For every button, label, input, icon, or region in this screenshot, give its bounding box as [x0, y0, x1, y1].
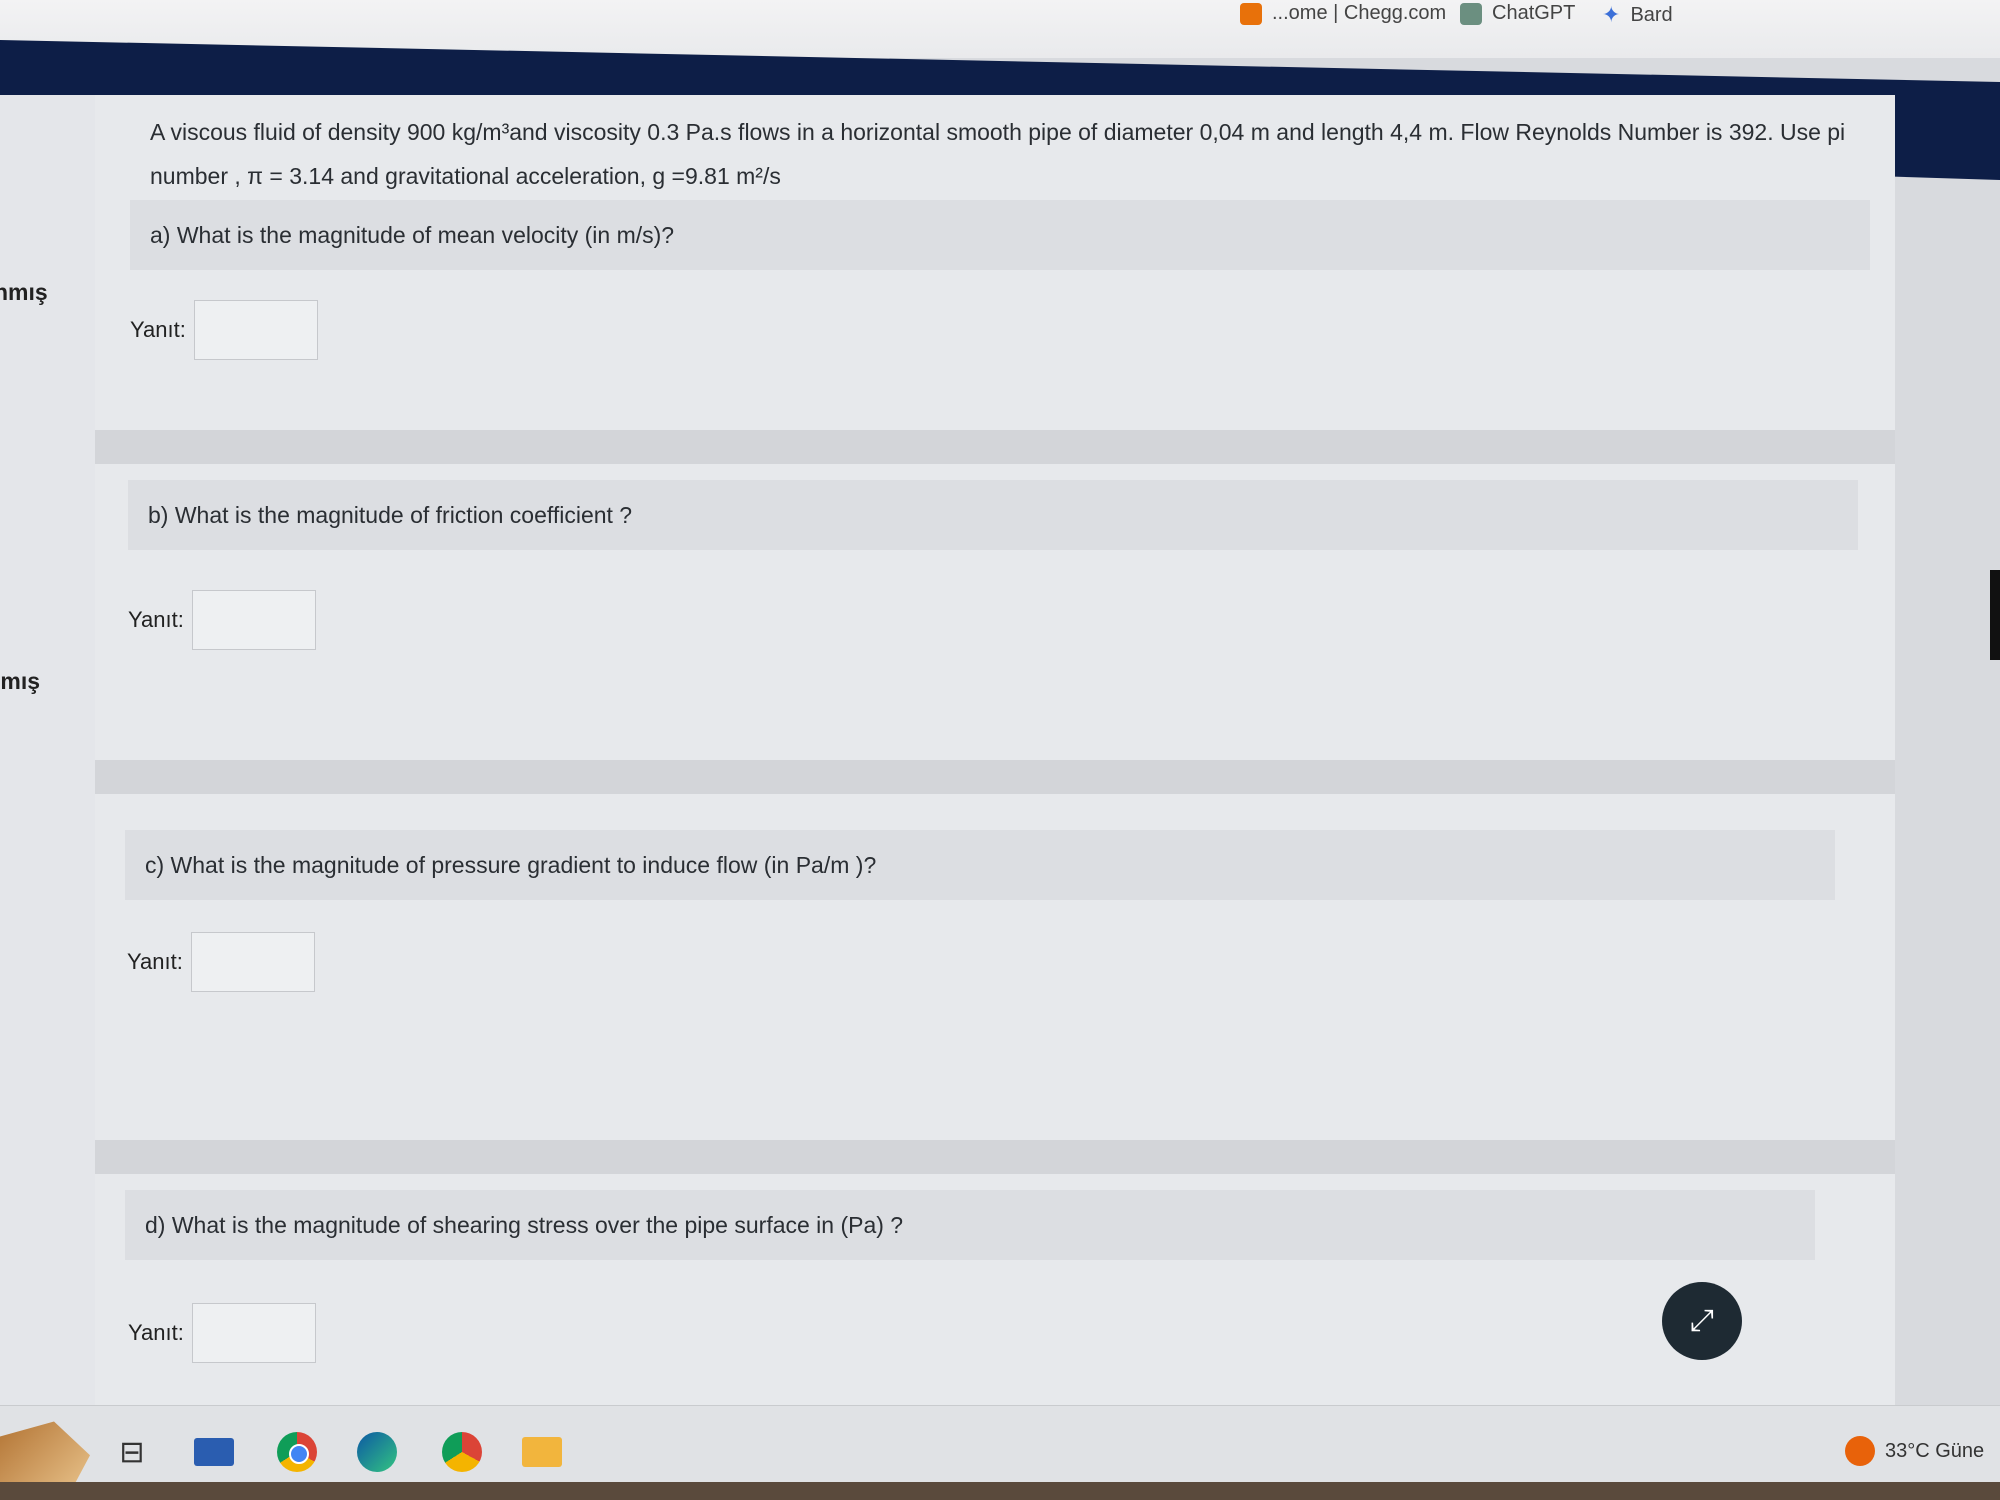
widgets-icon[interactable] [0, 1421, 90, 1489]
expand-button[interactable]: ⤢ [1662, 1282, 1742, 1360]
part-a-answer-input[interactable] [193, 300, 318, 360]
question-nav-rail: nmış ımış [0, 95, 95, 1405]
desk-background-strip [0, 1482, 2000, 1500]
weather-text: 33°C Güne [1885, 1439, 1985, 1462]
part-c-answer-row: Yanıt: [127, 932, 315, 992]
section-divider [95, 1140, 1895, 1174]
part-a-answer-row: Yanıt: [130, 300, 318, 360]
bard-sparkle-icon: ✦ [1602, 2, 1621, 27]
task-view-icon[interactable]: ⊟ [110, 1430, 154, 1474]
chrome-profile-icon[interactable] [440, 1430, 484, 1474]
edge-icon[interactable] [355, 1430, 399, 1474]
rail-status-text: ımış [0, 668, 41, 694]
rail-status-text: nmış [0, 279, 48, 305]
scrollbar-edge[interactable] [1990, 570, 2000, 660]
part-c-prompt: c) What is the magnitude of pressure gra… [125, 830, 1835, 900]
file-explorer-icon[interactable] [520, 1430, 564, 1474]
section-divider [95, 430, 1895, 464]
question-intro: A viscous fluid of density 900 kg/m³and … [150, 119, 1846, 189]
part-d-answer-input[interactable] [191, 1303, 316, 1363]
bookmark-chatgpt[interactable]: ChatGPT [1460, 2, 1575, 25]
bookmark-label: ChatGPT [1492, 2, 1576, 24]
chegg-icon [1240, 2, 1262, 25]
bookmark-chegg[interactable]: ...ome | Chegg.com [1240, 2, 1446, 25]
chatgpt-icon [1460, 2, 1482, 25]
bookmark-label: Bard [1630, 3, 1673, 26]
part-b-answer-input[interactable] [191, 590, 316, 650]
weather-widget[interactable]: 33°C Güne [1845, 1436, 1984, 1466]
answer-label: Yanıt: [128, 607, 184, 632]
chrome-icon[interactable] [275, 1430, 319, 1474]
weather-icon [1845, 1436, 1875, 1466]
answer-label: Yanıt: [130, 317, 186, 342]
part-b-prompt: b) What is the magnitude of friction coe… [128, 480, 1858, 550]
part-c-answer-input[interactable] [190, 932, 315, 992]
answer-label: Yanıt: [128, 1320, 184, 1345]
expand-arrows-icon: ⤢ [1690, 1304, 1714, 1337]
answer-label: Yanıt: [127, 949, 183, 974]
part-d-answer-row: Yanıt: [128, 1303, 316, 1363]
bookmark-bard[interactable]: ✦ Bard [1602, 2, 1673, 28]
part-b-answer-row: Yanıt: [128, 590, 316, 650]
bookmark-label: ...ome | Chegg.com [1272, 2, 1447, 24]
section-divider [95, 760, 1895, 794]
part-a-prompt: a) What is the magnitude of mean velocit… [130, 200, 1870, 270]
part-d-prompt: d) What is the magnitude of shearing str… [125, 1190, 1815, 1260]
remote-desktop-icon[interactable] [192, 1430, 236, 1474]
